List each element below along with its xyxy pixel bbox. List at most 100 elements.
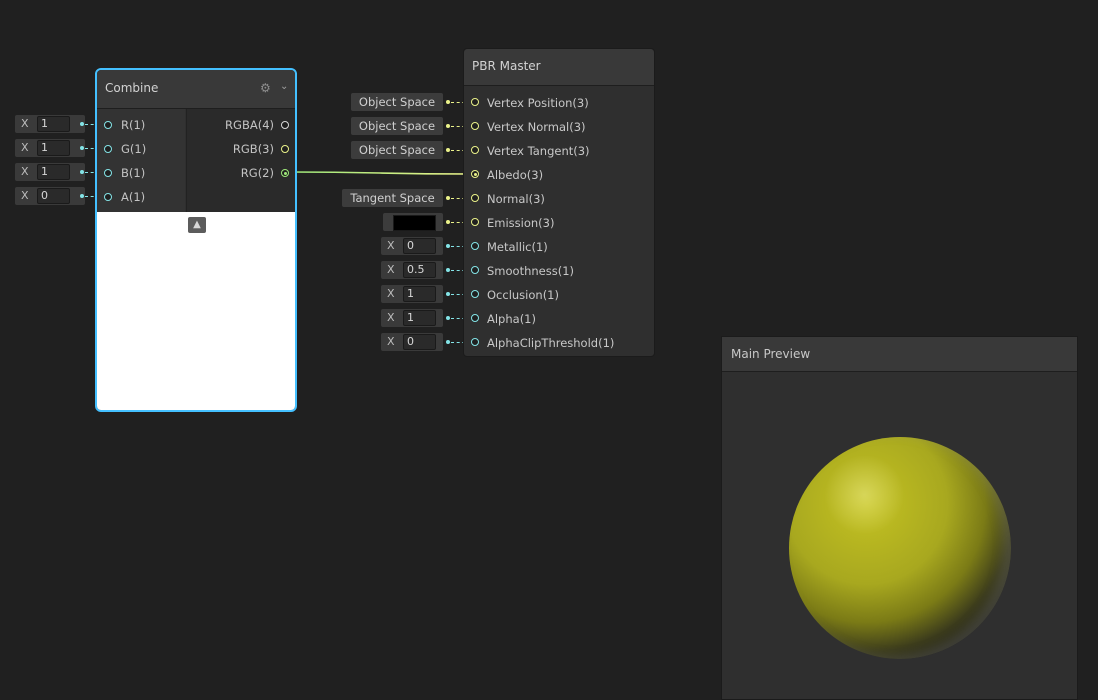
port-rg-icon[interactable] xyxy=(281,169,289,177)
main-preview-header[interactable]: Main Preview xyxy=(722,337,1077,372)
port-rgba-icon[interactable] xyxy=(281,121,289,129)
port-emission-icon[interactable] xyxy=(471,218,479,226)
combine-node[interactable]: Combine ⚙ ⌄ R(1) G(1) B(1) A(1) RGBA(4) … xyxy=(95,68,297,412)
emission-connector xyxy=(446,220,450,224)
smoothness-connector xyxy=(446,268,450,272)
port-smoothness-icon[interactable] xyxy=(471,266,479,274)
port-normal-icon[interactable] xyxy=(471,194,479,202)
preview-sphere[interactable] xyxy=(789,437,1011,659)
output-port-rgba[interactable]: RGBA(4) xyxy=(187,113,295,137)
collapse-preview-button[interactable]: ▲ xyxy=(188,217,206,233)
input-port-b[interactable]: B(1) xyxy=(97,161,185,185)
smoothness-value-input[interactable]: 0.5 xyxy=(403,262,436,278)
gear-icon[interactable]: ⚙ xyxy=(260,82,272,94)
a-value-field[interactable]: X 0 xyxy=(15,187,85,205)
r-value-input[interactable]: 1 xyxy=(37,116,70,132)
output-port-rgb[interactable]: RGB(3) xyxy=(187,137,295,161)
alpha-axis-label: X xyxy=(387,311,395,324)
normal-space-dropdown[interactable]: Tangent Space xyxy=(342,189,443,207)
port-vertex-position-icon[interactable] xyxy=(471,98,479,106)
r-axis-label: X xyxy=(21,117,29,130)
port-r-icon[interactable] xyxy=(104,121,112,129)
occlusion-value-input[interactable]: 1 xyxy=(403,286,436,302)
input-port-a[interactable]: A(1) xyxy=(97,185,185,209)
port-a-icon[interactable] xyxy=(104,193,112,201)
alpha-connector xyxy=(446,316,450,320)
pbr-master-node[interactable]: PBR Master Vertex Position(3) Vertex Nor… xyxy=(463,48,655,357)
metallic-field[interactable]: X 0 xyxy=(381,237,443,255)
r-field-connector xyxy=(80,122,84,126)
chevron-down-icon[interactable]: ⌄ xyxy=(280,81,292,93)
alpha-clip-axis-label: X xyxy=(387,335,395,348)
emission-color-swatch[interactable] xyxy=(393,215,436,231)
input-port-r[interactable]: R(1) xyxy=(97,113,185,137)
port-smoothness-label: Smoothness(1) xyxy=(487,264,575,278)
smoothness-axis-label: X xyxy=(387,263,395,276)
combine-node-header[interactable]: Combine ⚙ ⌄ xyxy=(97,70,295,109)
port-rgba-label: RGBA(4) xyxy=(225,118,274,132)
emission-color-field[interactable] xyxy=(383,213,443,231)
alpha-field[interactable]: X 1 xyxy=(381,309,443,327)
port-vertex-normal-icon[interactable] xyxy=(471,122,479,130)
main-preview-window[interactable]: Main Preview xyxy=(721,336,1078,700)
vertex-normal-space-dropdown[interactable]: Object Space xyxy=(351,117,443,135)
g-value-input[interactable]: 1 xyxy=(37,140,70,156)
alpha-clip-value-input[interactable]: 0 xyxy=(403,334,436,350)
occlusion-connector xyxy=(446,292,450,296)
port-alpha-icon[interactable] xyxy=(471,314,479,322)
metallic-value-input[interactable]: 0 xyxy=(403,238,436,254)
pbr-master-title: PBR Master xyxy=(472,59,541,73)
port-occlusion-icon[interactable] xyxy=(471,290,479,298)
port-rg-label: RG(2) xyxy=(240,166,274,180)
a-axis-label: X xyxy=(21,189,29,202)
port-metallic-icon[interactable] xyxy=(471,242,479,250)
combine-input-ports: R(1) G(1) B(1) A(1) xyxy=(97,109,185,212)
g-axis-label: X xyxy=(21,141,29,154)
smoothness-field[interactable]: X 0.5 xyxy=(381,261,443,279)
pbr-master-header[interactable]: PBR Master xyxy=(464,49,654,86)
port-emission-label: Emission(3) xyxy=(487,216,555,230)
port-vertex-tangent-label: Vertex Tangent(3) xyxy=(487,144,590,158)
port-occlusion-label: Occlusion(1) xyxy=(487,288,559,302)
port-rgb-label: RGB(3) xyxy=(232,142,274,156)
metallic-connector xyxy=(446,244,450,248)
port-a-label: A(1) xyxy=(121,190,146,204)
port-vertex-tangent-icon[interactable] xyxy=(471,146,479,154)
alpha-clip-field[interactable]: X 0 xyxy=(381,333,443,351)
port-vertex-position-label: Vertex Position(3) xyxy=(487,96,589,110)
occlusion-axis-label: X xyxy=(387,287,395,300)
g-value-field[interactable]: X 1 xyxy=(15,139,85,157)
combine-node-title: Combine xyxy=(105,81,159,95)
output-port-rg[interactable]: RG(2) xyxy=(187,161,295,185)
a-value-input[interactable]: 0 xyxy=(37,188,70,204)
combine-preview: ▲ xyxy=(97,212,295,410)
vertex-position-connector xyxy=(446,100,450,104)
g-field-connector xyxy=(80,146,84,150)
port-b-icon[interactable] xyxy=(104,169,112,177)
b-axis-label: X xyxy=(21,165,29,178)
port-alpha-label: Alpha(1) xyxy=(487,312,536,326)
port-alpha-clip-label: AlphaClipThreshold(1) xyxy=(487,336,615,350)
alpha-value-input[interactable]: 1 xyxy=(403,310,436,326)
port-rgb-icon[interactable] xyxy=(281,145,289,153)
input-port-g[interactable]: G(1) xyxy=(97,137,185,161)
vertex-tangent-connector xyxy=(446,148,450,152)
main-preview-title: Main Preview xyxy=(731,347,811,361)
b-value-input[interactable]: 1 xyxy=(37,164,70,180)
port-metallic-label: Metallic(1) xyxy=(487,240,548,254)
a-field-connector xyxy=(80,194,84,198)
vertex-position-space-dropdown[interactable]: Object Space xyxy=(351,93,443,111)
port-alpha-clip-icon[interactable] xyxy=(471,338,479,346)
port-g-icon[interactable] xyxy=(104,145,112,153)
r-value-field[interactable]: X 1 xyxy=(15,115,85,133)
alpha-clip-connector xyxy=(446,340,450,344)
metallic-axis-label: X xyxy=(387,239,395,252)
vertex-tangent-space-dropdown[interactable]: Object Space xyxy=(351,141,443,159)
port-albedo-icon[interactable] xyxy=(471,170,479,178)
port-b-label: B(1) xyxy=(121,166,146,180)
combine-output-ports: RGBA(4) RGB(3) RG(2) xyxy=(186,109,295,212)
normal-connector xyxy=(446,196,450,200)
occlusion-field[interactable]: X 1 xyxy=(381,285,443,303)
b-value-field[interactable]: X 1 xyxy=(15,163,85,181)
port-albedo-label: Albedo(3) xyxy=(487,168,544,182)
